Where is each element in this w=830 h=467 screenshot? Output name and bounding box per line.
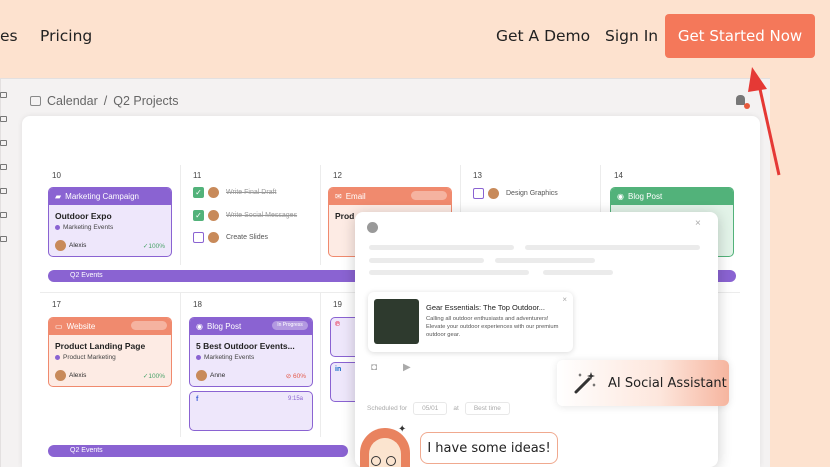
annotation-arrow-icon bbox=[748, 67, 781, 176]
